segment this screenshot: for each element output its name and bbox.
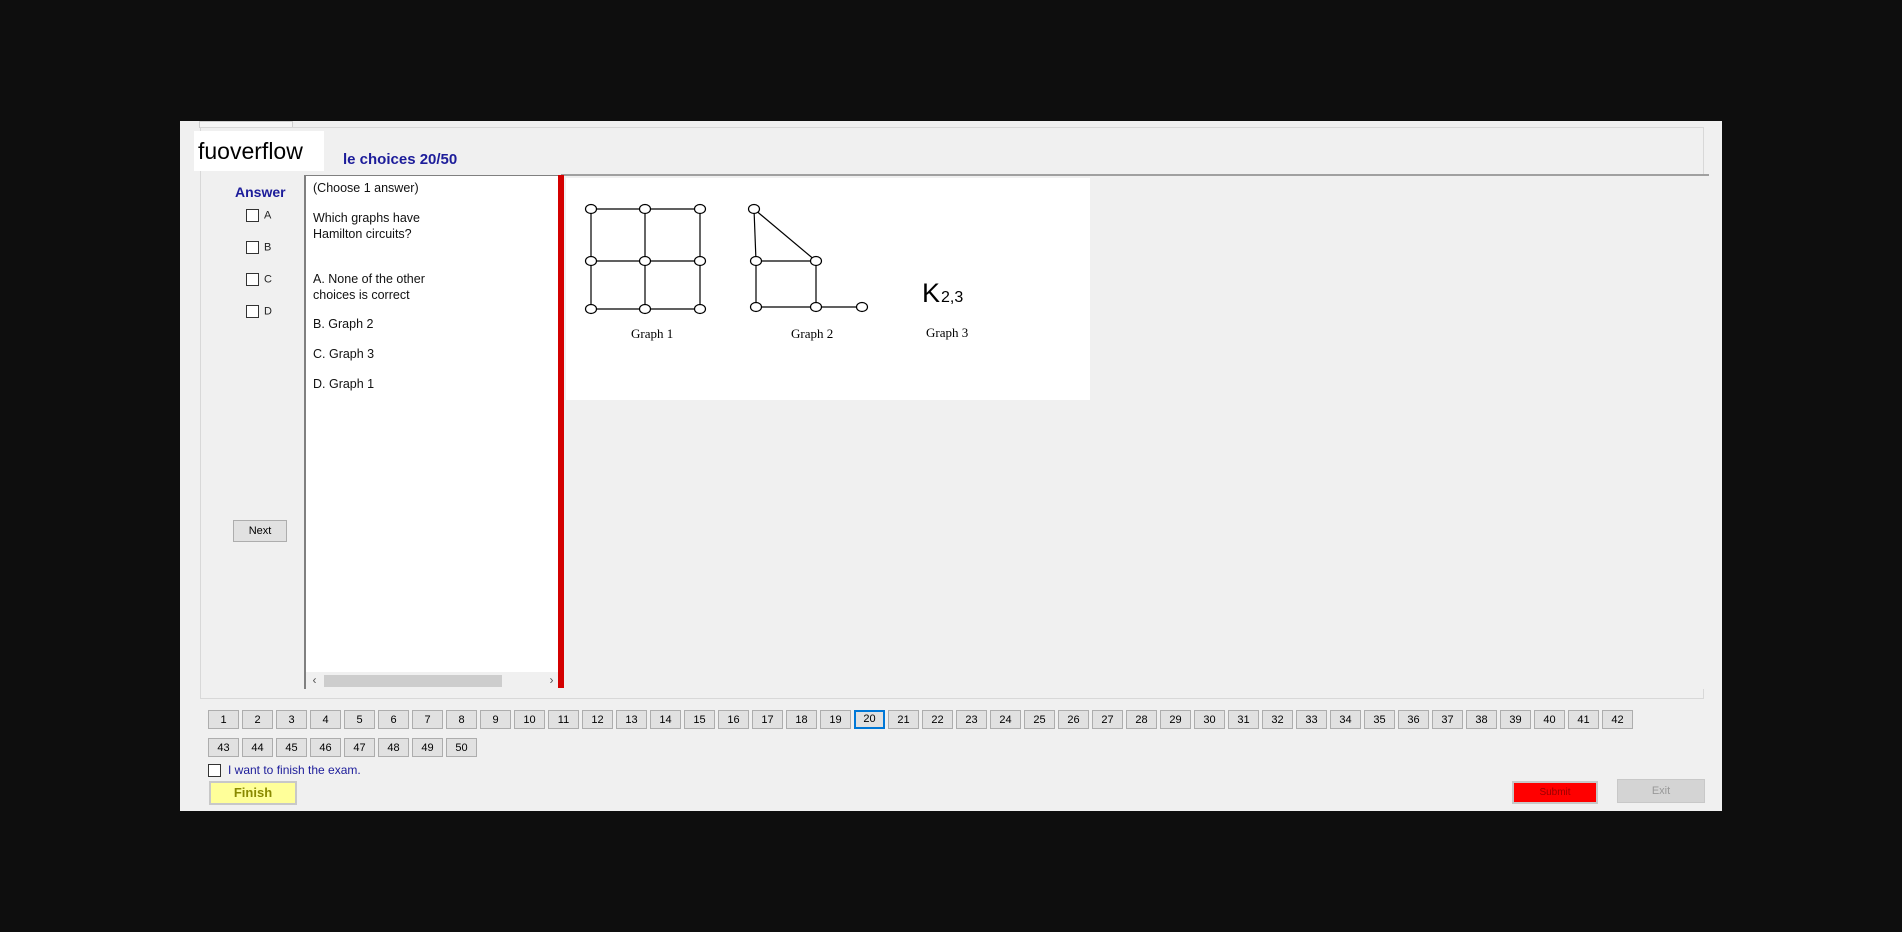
nav-button-39[interactable]: 39 — [1500, 710, 1531, 729]
nav-button-16[interactable]: 16 — [718, 710, 749, 729]
section-title: le choices 20/50 — [343, 151, 458, 168]
scroll-thumb[interactable] — [324, 675, 502, 687]
exit-button[interactable]: Exit — [1617, 779, 1705, 803]
nav-button-23[interactable]: 23 — [956, 710, 987, 729]
graph-1-label: Graph 1 — [631, 326, 673, 341]
nav-button-27[interactable]: 27 — [1092, 710, 1123, 729]
nav-button-38[interactable]: 38 — [1466, 710, 1497, 729]
finish-button[interactable]: Finish — [209, 781, 297, 805]
nav-button-8[interactable]: 8 — [446, 710, 477, 729]
next-button[interactable]: Next — [233, 520, 287, 542]
question-image-area: Graph 1 Graph 2 K2,3 Graph 3 — [564, 175, 1709, 689]
nav-button-29[interactable]: 29 — [1160, 710, 1191, 729]
nav-button-10[interactable]: 10 — [514, 710, 545, 729]
graph-2 — [747, 203, 869, 313]
nav-button-46[interactable]: 46 — [310, 738, 341, 757]
nav-button-36[interactable]: 36 — [1398, 710, 1429, 729]
nav-button-2[interactable]: 2 — [242, 710, 273, 729]
nav-button-24[interactable]: 24 — [990, 710, 1021, 729]
nav-button-40[interactable]: 40 — [1534, 710, 1565, 729]
nav-button-25[interactable]: 25 — [1024, 710, 1055, 729]
option-label: A — [264, 209, 272, 222]
main-frame: le choices 20/50 Answer A B C D Next (Ch… — [200, 127, 1709, 699]
question-panel[interactable]: (Choose 1 answer) Which graphs have Hami… — [304, 175, 560, 689]
checkbox[interactable] — [246, 305, 259, 318]
graph-1 — [584, 203, 707, 315]
finish-exam-checkbox[interactable]: I want to finish the exam. — [208, 763, 361, 778]
checkbox[interactable] — [246, 209, 259, 222]
graph-3-label: Graph 3 — [926, 325, 968, 340]
nav-button-45[interactable]: 45 — [276, 738, 307, 757]
nav-button-7[interactable]: 7 — [412, 710, 443, 729]
nav-button-13[interactable]: 13 — [616, 710, 647, 729]
nav-button-32[interactable]: 32 — [1262, 710, 1293, 729]
nav-button-21[interactable]: 21 — [888, 710, 919, 729]
nav-button-33[interactable]: 33 — [1296, 710, 1327, 729]
nav-button-28[interactable]: 28 — [1126, 710, 1157, 729]
nav-button-19[interactable]: 19 — [820, 710, 851, 729]
checkbox[interactable] — [246, 273, 259, 286]
watermark-label: fuoverflow — [194, 131, 324, 171]
option-label: D — [264, 305, 272, 318]
answer-option-a[interactable]: A — [246, 209, 271, 225]
horizontal-scrollbar[interactable]: ‹ › — [306, 672, 560, 689]
nav-button-14[interactable]: 14 — [650, 710, 681, 729]
option-label: C — [264, 273, 272, 286]
nav-button-49[interactable]: 49 — [412, 738, 443, 757]
answer-heading: Answer — [235, 184, 286, 200]
nav-button-30[interactable]: 30 — [1194, 710, 1225, 729]
submit-button[interactable]: Submit — [1512, 781, 1598, 804]
nav-button-15[interactable]: 15 — [684, 710, 715, 729]
nav-button-31[interactable]: 31 — [1228, 710, 1259, 729]
nav-button-5[interactable]: 5 — [344, 710, 375, 729]
nav-button-11[interactable]: 11 — [548, 710, 579, 729]
choice-d: D. Graph 1 — [313, 377, 375, 391]
choice-a: A. None of the other choices is correct — [313, 272, 425, 302]
nav-button-4[interactable]: 4 — [310, 710, 341, 729]
nav-button-12[interactable]: 12 — [582, 710, 613, 729]
graphs-svg: Graph 1 Graph 2 K2,3 Graph 3 — [584, 203, 968, 341]
k-subscript: 2,3 — [941, 289, 963, 306]
exam-window: le choices 20/50 Answer A B C D Next (Ch… — [180, 121, 1722, 811]
option-label: B — [264, 241, 272, 254]
nav-button-48[interactable]: 48 — [378, 738, 409, 757]
graph-3-symbol: K2,3 — [922, 278, 963, 308]
nav-button-1[interactable]: 1 — [208, 710, 239, 729]
k-letter: K — [922, 278, 940, 308]
checkbox[interactable] — [208, 764, 221, 778]
nav-button-41[interactable]: 41 — [1568, 710, 1599, 729]
scroll-left-icon[interactable]: ‹ — [306, 672, 323, 689]
finish-checkbox-label: I want to finish the exam. — [228, 763, 361, 777]
answer-option-b[interactable]: B — [246, 241, 271, 257]
nav-button-9[interactable]: 9 — [480, 710, 511, 729]
nav-button-6[interactable]: 6 — [378, 710, 409, 729]
graphs-figure: Graph 1 Graph 2 K2,3 Graph 3 — [566, 178, 1090, 400]
checkbox[interactable] — [246, 241, 259, 254]
question-instruction: (Choose 1 answer) — [313, 181, 419, 195]
nav-button-44[interactable]: 44 — [242, 738, 273, 757]
nav-button-50[interactable]: 50 — [446, 738, 477, 757]
nav-button-35[interactable]: 35 — [1364, 710, 1395, 729]
nav-button-37[interactable]: 37 — [1432, 710, 1463, 729]
nav-button-3[interactable]: 3 — [276, 710, 307, 729]
nav-button-47[interactable]: 47 — [344, 738, 375, 757]
answer-option-c[interactable]: C — [246, 273, 272, 289]
nav-button-34[interactable]: 34 — [1330, 710, 1361, 729]
graph-2-label: Graph 2 — [791, 326, 833, 341]
nav-button-17[interactable]: 17 — [752, 710, 783, 729]
answer-option-d[interactable]: D — [246, 305, 272, 321]
nav-button-18[interactable]: 18 — [786, 710, 817, 729]
nav-button-43[interactable]: 43 — [208, 738, 239, 757]
nav-button-42[interactable]: 42 — [1602, 710, 1633, 729]
question-stem: Which graphs have Hamilton circuits? — [313, 211, 421, 241]
choice-b: B. Graph 2 — [313, 317, 374, 331]
nav-button-26[interactable]: 26 — [1058, 710, 1089, 729]
nav-button-20[interactable]: 20 — [854, 710, 885, 729]
choice-c: C. Graph 3 — [313, 347, 375, 361]
nav-button-22[interactable]: 22 — [922, 710, 953, 729]
